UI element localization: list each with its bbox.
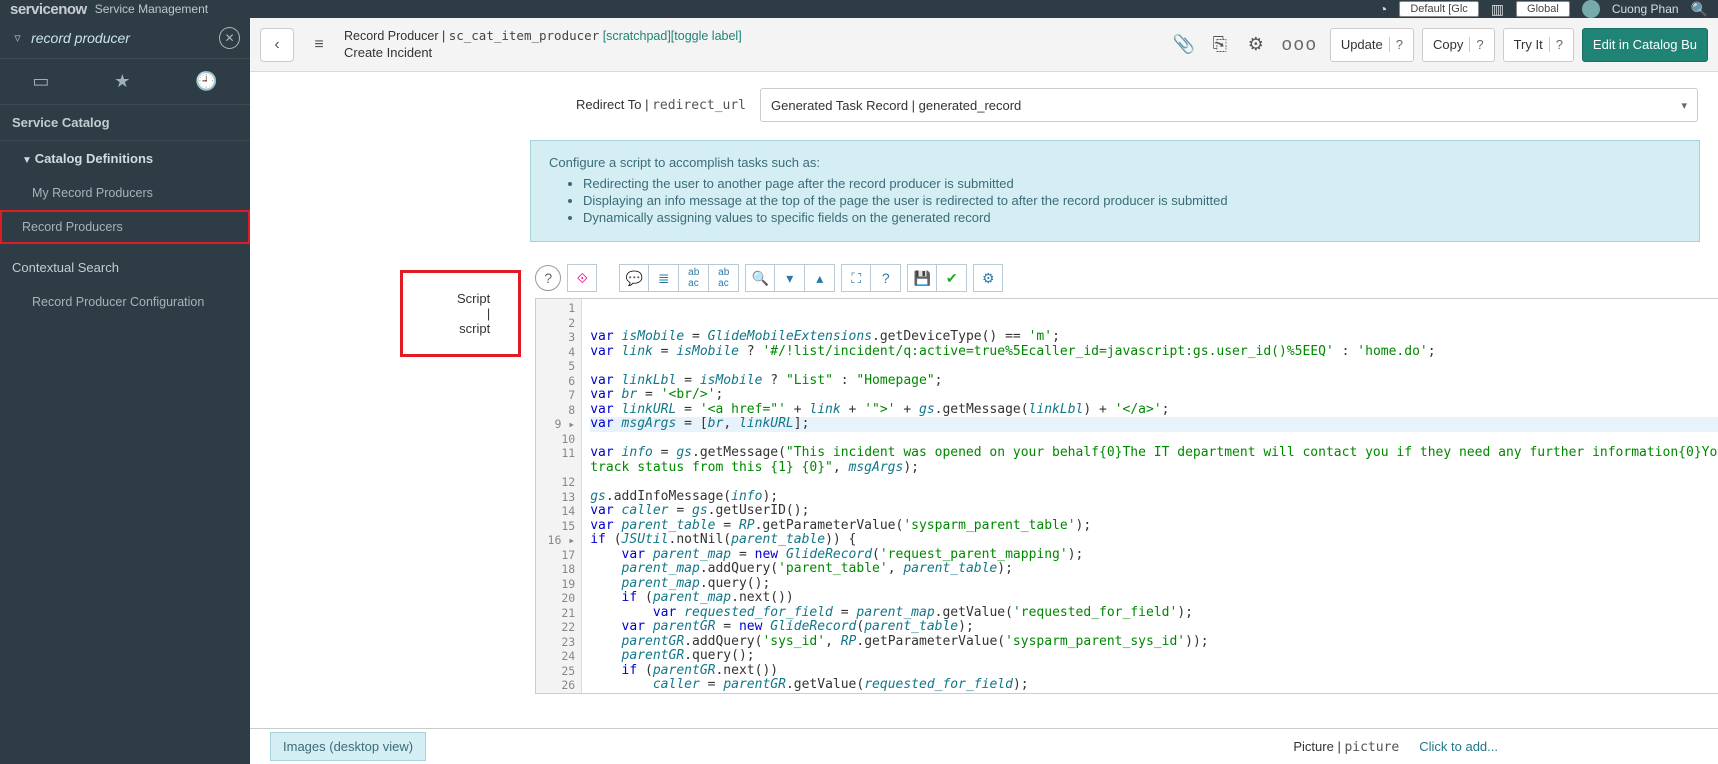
attachment-icon[interactable]: 📎 [1170, 34, 1198, 55]
replace-icon[interactable]: abac [679, 264, 709, 292]
copy-button[interactable]: Copy? [1422, 28, 1495, 62]
nav-catalog-definitions[interactable]: Catalog Definitions [0, 141, 250, 176]
favorites-icon[interactable]: ★ [114, 71, 130, 92]
edit-catalog-builder-button[interactable]: Edit in Catalog Bu [1582, 28, 1708, 62]
callout-intro: Configure a script to accomplish tasks s… [549, 155, 1681, 170]
content-pane: ‹ ≡ Record Producer | sc_cat_item_produc… [250, 18, 1718, 764]
fullscreen-icon[interactable]: ⛶ [841, 264, 871, 292]
save-icon[interactable]: 💾 [907, 264, 937, 292]
nav-tab-icons: ▭ ★ 🕘 [0, 59, 250, 105]
script-editor[interactable]: 123456789 ▸1011 1213141516 ▸171819202122… [535, 298, 1718, 694]
scratchpad-link[interactable]: [scratchpad] [603, 29, 671, 43]
nav-filter-row: ▿ ✕ [0, 18, 250, 59]
logo: servicenow [10, 1, 87, 18]
callout-bullet-2: Displaying an info message at the top of… [583, 193, 1681, 208]
editor-gutter: 123456789 ▸1011 1213141516 ▸171819202122… [536, 299, 582, 693]
nav-rp-configuration[interactable]: Record Producer Configuration [0, 285, 250, 319]
nav-section-service-catalog[interactable]: Service Catalog [0, 105, 250, 141]
avatar[interactable] [1582, 0, 1600, 18]
redirect-value: Generated Task Record | generated_record [771, 98, 1021, 113]
editor-code[interactable]: var isMobile = GlideMobileExtensions.get… [582, 299, 1718, 693]
header-title: Record Producer [344, 29, 439, 43]
picture-label: Picture | picture [1273, 739, 1419, 755]
images-section-header[interactable]: Images (desktop view) [270, 732, 426, 761]
callout-bullet-1: Redirecting the user to another page aft… [583, 176, 1681, 191]
try-it-button[interactable]: Try It? [1503, 28, 1574, 62]
record-header: ‹ ≡ Record Producer | sc_cat_item_produc… [250, 18, 1718, 72]
search-code-icon[interactable]: 🔍 [745, 264, 775, 292]
script-tree-icon[interactable]: ⟐ [567, 264, 597, 292]
header-meta: Record Producer | sc_cat_item_producer [… [344, 28, 1162, 61]
replace-all-icon[interactable]: abac [709, 264, 739, 292]
left-nav: ▿ ✕ ▭ ★ 🕘 Service Catalog Catalog Defini… [0, 18, 250, 764]
all-apps-icon[interactable]: ▭ [32, 71, 49, 92]
toggle-comment-icon[interactable]: 💬 [619, 264, 649, 292]
personalize-icon[interactable]: ⚙ [1242, 34, 1270, 55]
clear-filter-icon[interactable]: ✕ [219, 27, 240, 49]
context-menu-button[interactable]: ≡ [302, 28, 336, 62]
user-name[interactable]: Cuong Phan [1612, 2, 1679, 16]
find-next-icon[interactable]: ▾ [775, 264, 805, 292]
search-icon[interactable]: 🔍 [1691, 1, 1708, 18]
domain-icon[interactable]: ▥ [1491, 1, 1504, 18]
nav-my-record-producers[interactable]: My Record Producers [0, 176, 250, 210]
redirect-row: Redirect To | redirect_url Generated Tas… [250, 72, 1718, 132]
redirect-label: Redirect To | redirect_url [520, 97, 760, 113]
format-code-icon[interactable]: ≣ [649, 264, 679, 292]
scope-icon[interactable]: ◔ [1379, 1, 1387, 17]
update-button[interactable]: Update? [1330, 28, 1414, 62]
activity-icon[interactable]: ⎘ [1206, 34, 1234, 55]
back-button[interactable]: ‹ [260, 28, 294, 62]
find-prev-icon[interactable]: ▴ [805, 264, 835, 292]
header-table: sc_cat_item_producer [449, 28, 600, 43]
chevron-down-icon: ▾ [1681, 99, 1687, 112]
nav-filter-input[interactable] [25, 26, 219, 50]
history-icon[interactable]: 🕘 [195, 71, 217, 92]
domain-picker[interactable]: Global [1516, 1, 1570, 17]
nav-section-contextual-search[interactable]: Contextual Search [0, 244, 250, 285]
script-label-cell: Script | script [400, 264, 535, 694]
debug-icon[interactable]: ⚙ [973, 264, 1003, 292]
app-banner: servicenow Service Management ◔ Default … [0, 0, 1718, 18]
help-icon[interactable]: ? [535, 265, 561, 291]
bottom-bar: Images (desktop view) Picture | picture … [250, 728, 1718, 764]
add-picture-link[interactable]: Click to add... [1419, 739, 1698, 754]
check-syntax-icon[interactable]: ✔ [937, 264, 967, 292]
scope-picker[interactable]: Default [Glc [1399, 1, 1478, 17]
redirect-select[interactable]: Generated Task Record | generated_record… [760, 88, 1698, 122]
callout-bullet-3: Dynamically assigning values to specific… [583, 210, 1681, 225]
filter-icon[interactable]: ▿ [10, 30, 25, 46]
product-name: Service Management [95, 2, 208, 16]
script-row: Script | script ? ⟐ 💬 ≣ abac abac [250, 258, 1718, 700]
script-help-callout: Configure a script to accomplish tasks s… [530, 140, 1700, 242]
help-doc-icon[interactable]: ? [871, 264, 901, 292]
toggle-label-link[interactable]: [toggle label] [671, 29, 742, 43]
script-toolbar: ? ⟐ 💬 ≣ abac abac 🔍 ▾ ▴ [535, 264, 1718, 292]
header-subtitle: Create Incident [344, 45, 1162, 61]
more-actions[interactable]: ooo [1278, 34, 1322, 55]
nav-record-producers[interactable]: Record Producers [0, 210, 250, 244]
